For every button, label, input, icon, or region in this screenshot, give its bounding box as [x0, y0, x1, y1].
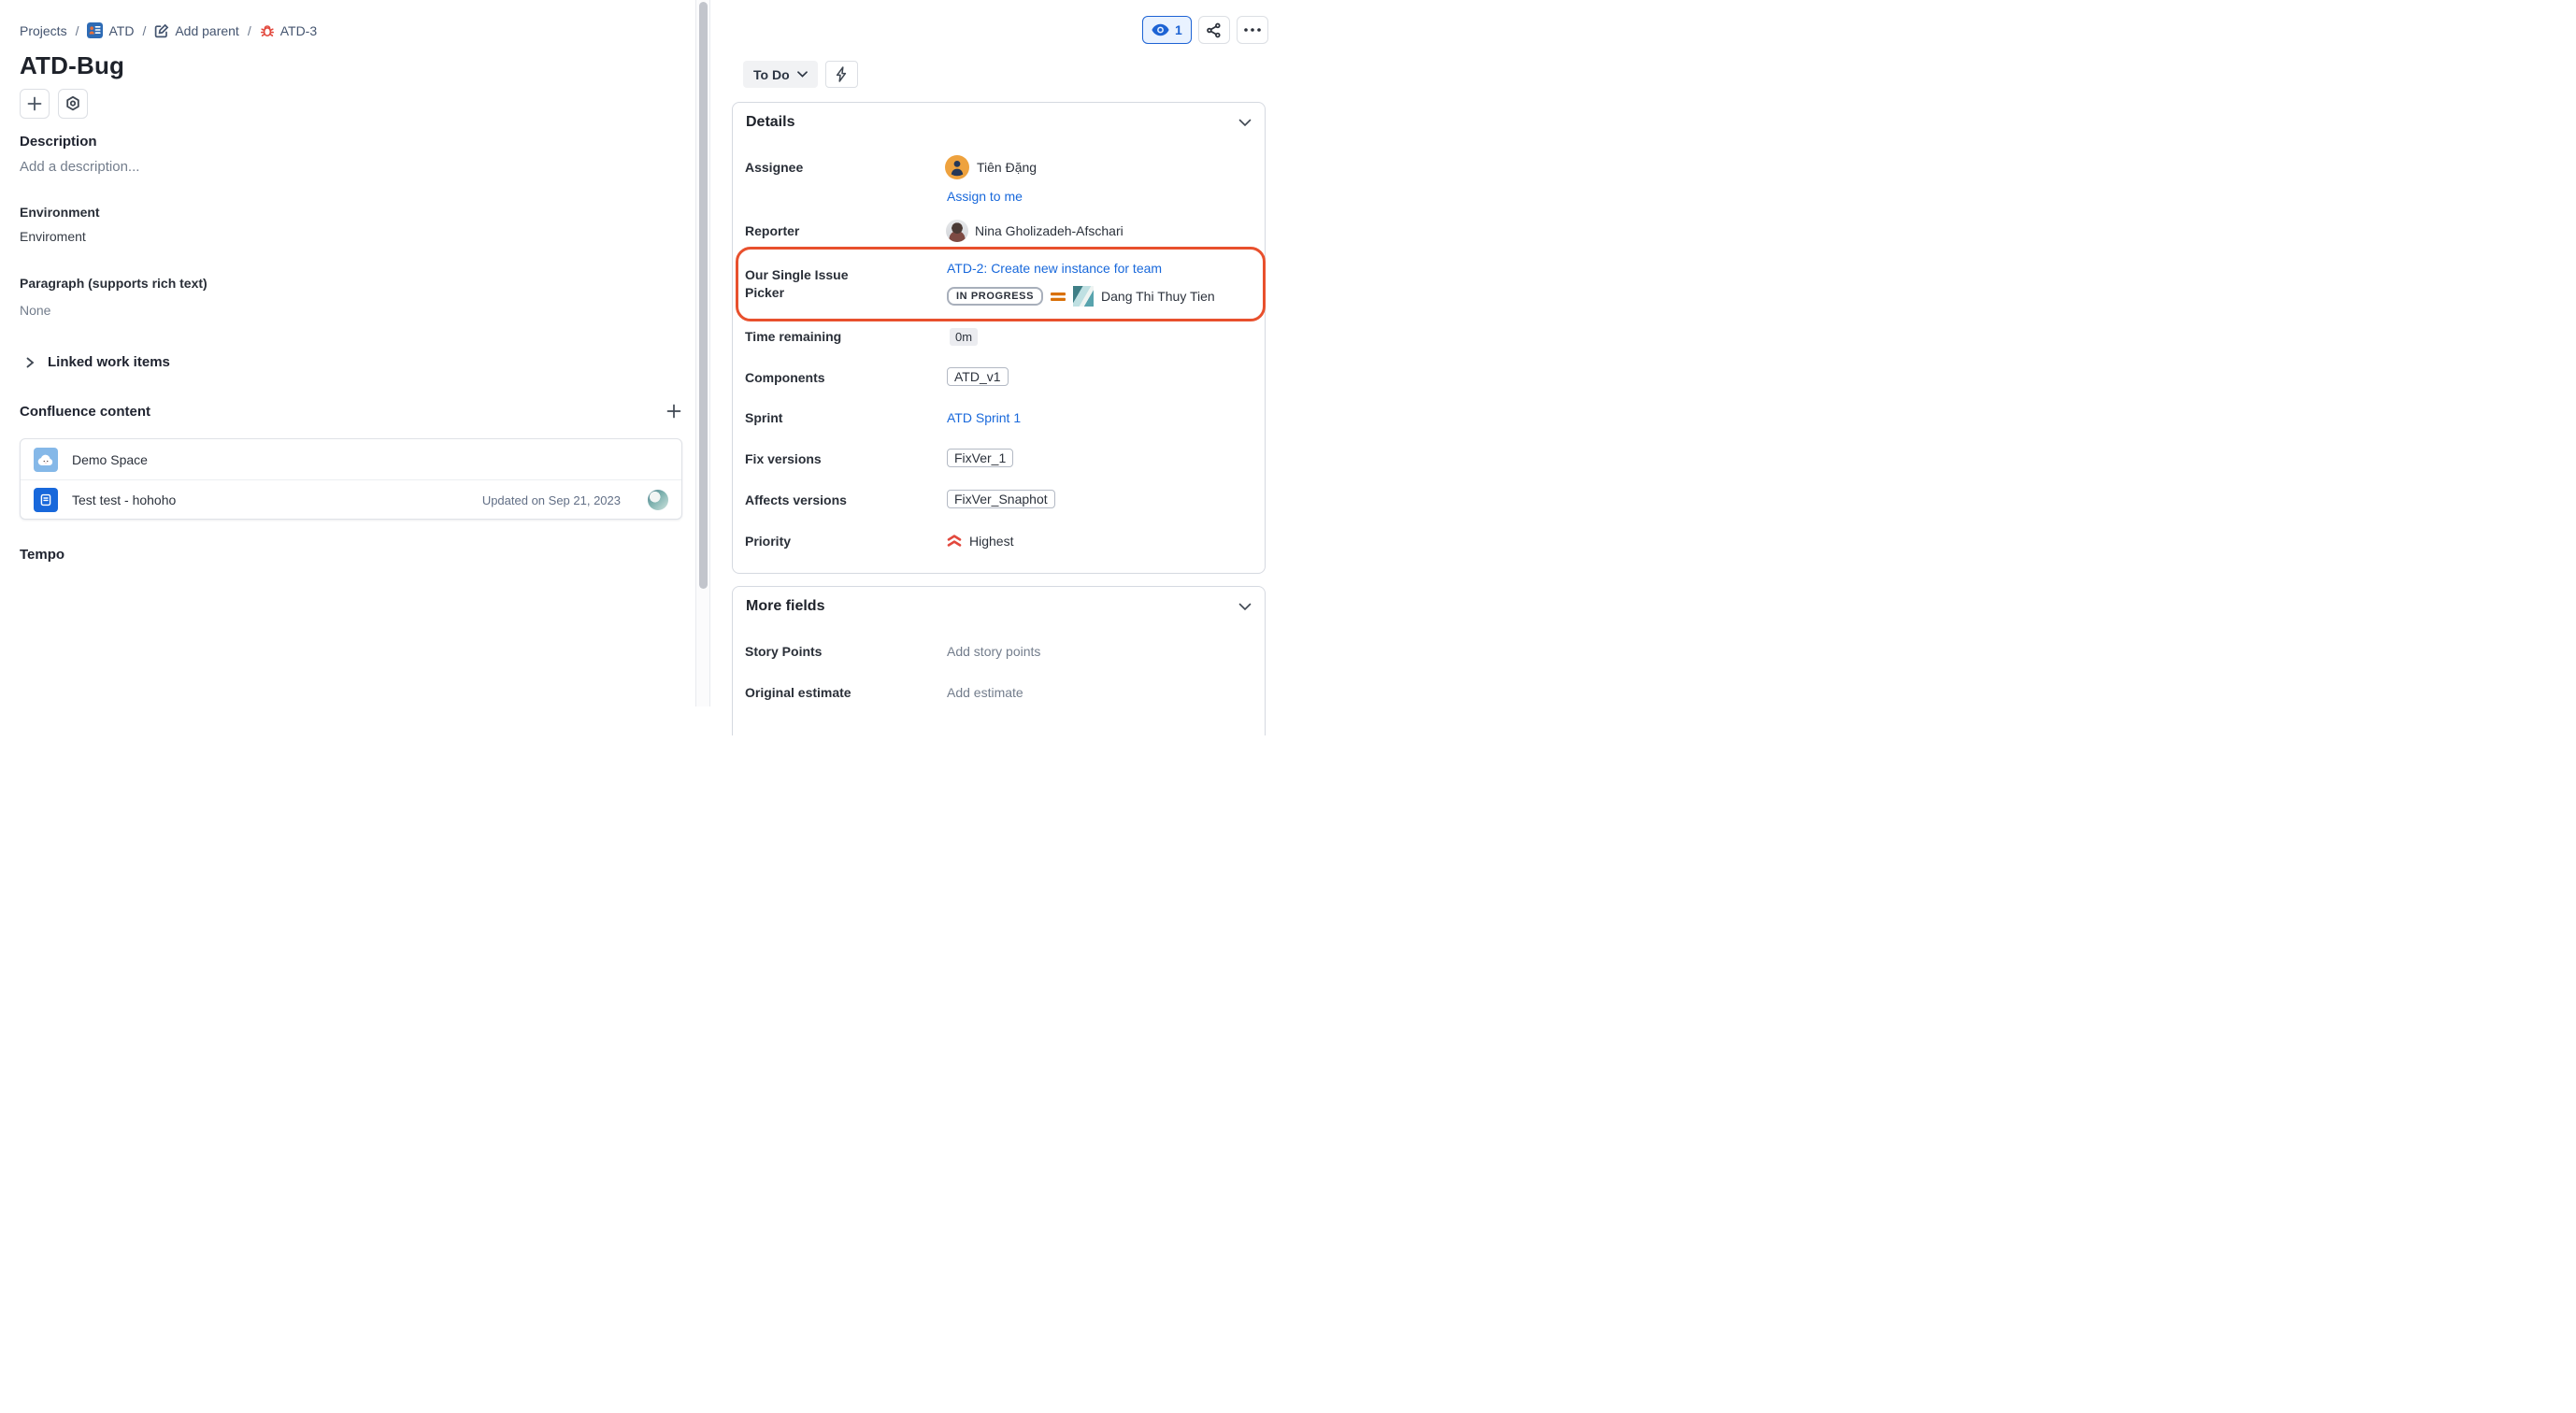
story-points-placeholder[interactable]: Add story points: [947, 644, 1040, 659]
description-heading: Description: [20, 134, 97, 150]
confluence-item-title: Test test - hohoho: [72, 492, 468, 507]
confluence-item-space[interactable]: Demo Space: [21, 439, 681, 479]
issue-picker-user-name: Dang Thi Thuy Tien: [1101, 289, 1215, 304]
priority-medium-icon: [1051, 292, 1066, 302]
issue-picker-meta-row: IN PROGRESS Dang Thi Thuy Tien: [947, 286, 1215, 307]
issue-picker-user-avatar: [1073, 286, 1094, 307]
issue-picker-label: Our Single Issue Picker: [745, 266, 885, 302]
fix-versions-tag[interactable]: FixVer_1: [947, 449, 1013, 467]
watchers-count: 1: [1175, 22, 1182, 37]
environment-label: Environment: [20, 205, 100, 220]
share-button[interactable]: [1198, 16, 1230, 44]
breadcrumb-issue-key[interactable]: ATD-3: [260, 23, 317, 38]
assignee-label: Assignee: [745, 160, 803, 175]
breadcrumb: Projects / ATD / Add parent /: [20, 22, 317, 38]
tempo-heading: Tempo: [20, 547, 64, 563]
breadcrumb-projects[interactable]: Projects: [20, 23, 67, 38]
scrollbar-thumb[interactable]: [699, 2, 708, 589]
page-doc-icon: [34, 488, 58, 512]
issue-picker-link[interactable]: ATD-2: Create new instance for team: [947, 261, 1162, 276]
time-remaining-value: 0m: [950, 328, 978, 346]
edit-icon: [154, 23, 169, 38]
hex-nut-icon: [64, 95, 81, 112]
description-placeholder[interactable]: Add a description...: [20, 159, 139, 175]
add-confluence-icon[interactable]: [665, 403, 682, 420]
priority-value[interactable]: Highest: [969, 534, 1013, 549]
add-button[interactable]: [20, 89, 50, 119]
scrollbar-track[interactable]: [695, 0, 710, 706]
original-estimate-label: Original estimate: [745, 685, 852, 700]
reporter-name[interactable]: Nina Gholizadeh-Afschari: [975, 223, 1123, 238]
breadcrumb-project[interactable]: ATD: [87, 22, 134, 38]
confluence-item-title: Demo Space: [72, 452, 668, 467]
confluence-content-label: Confluence content: [20, 404, 150, 420]
confluence-card: Demo Space Test test - hohoho Updated on…: [20, 438, 682, 520]
breadcrumb-separator: /: [248, 23, 251, 38]
jira-issue-view: Projects / ATD / Add parent /: [0, 0, 1288, 706]
linked-work-items-label: Linked work items: [48, 354, 170, 370]
assign-to-me-link[interactable]: Assign to me: [947, 189, 1023, 204]
details-title: Details: [746, 114, 794, 131]
plus-icon: [26, 95, 43, 112]
chevron-down-icon: [1238, 119, 1252, 127]
original-estimate-placeholder[interactable]: Add estimate: [947, 685, 1023, 700]
more-actions-button[interactable]: [1237, 16, 1268, 44]
assignee-avatar: [945, 155, 969, 179]
space-cloud-icon: [34, 448, 58, 472]
chevron-down-icon: [797, 71, 808, 78]
project-avatar-icon: [87, 22, 103, 38]
chevron-down-icon: [1238, 603, 1252, 611]
watch-button[interactable]: 1: [1142, 16, 1192, 44]
details-panel-header[interactable]: Details: [746, 114, 1252, 131]
reporter-avatar: [946, 220, 968, 242]
paragraph-field-label: Paragraph (supports rich text): [20, 276, 208, 291]
title-action-bar: [20, 89, 88, 119]
components-label: Components: [745, 370, 825, 385]
lightning-icon: [836, 66, 847, 82]
ellipsis-icon: [1244, 28, 1261, 32]
status-row: To Do: [743, 61, 858, 88]
more-fields-header[interactable]: More fields: [746, 598, 1252, 615]
breadcrumb-separator: /: [142, 23, 146, 38]
chevron-right-icon: [24, 356, 36, 369]
priority-label: Priority: [745, 534, 791, 549]
priority-highest-icon: [947, 534, 962, 548]
breadcrumb-issue-key-label: ATD-3: [280, 23, 317, 38]
linked-work-items-toggle[interactable]: Linked work items: [24, 354, 170, 370]
share-icon: [1206, 22, 1222, 38]
story-points-label: Story Points: [745, 644, 822, 659]
bug-icon: [260, 23, 275, 38]
page-title: ATD-Bug: [20, 51, 124, 80]
breadcrumb-add-parent[interactable]: Add parent: [154, 23, 239, 38]
fix-versions-label: Fix versions: [745, 451, 822, 466]
components-tag[interactable]: ATD_v1: [947, 367, 1009, 386]
paragraph-field-value[interactable]: None: [20, 303, 50, 318]
status-dropdown[interactable]: To Do: [743, 61, 818, 88]
sprint-link[interactable]: ATD Sprint 1: [947, 410, 1021, 425]
breadcrumb-separator: /: [76, 23, 79, 38]
breadcrumb-project-label: ATD: [108, 23, 134, 38]
eye-icon: [1152, 23, 1169, 36]
issue-picker-status-lozenge: IN PROGRESS: [947, 287, 1043, 306]
time-remaining-label: Time remaining: [745, 329, 841, 344]
reporter-label: Reporter: [745, 223, 799, 238]
automation-button[interactable]: [825, 61, 858, 88]
confluence-content-header: Confluence content: [20, 403, 682, 420]
more-fields-title: More fields: [746, 598, 824, 615]
confluence-item-updated: Updated on Sep 21, 2023: [482, 493, 621, 507]
apps-button[interactable]: [58, 89, 88, 119]
assignee-name[interactable]: Tiên Đặng: [977, 160, 1037, 175]
more-fields-panel: More fields: [732, 586, 1266, 735]
issue-action-bar: 1: [1142, 16, 1268, 44]
confluence-item-page[interactable]: Test test - hohoho Updated on Sep 21, 20…: [21, 479, 681, 520]
affects-versions-tag[interactable]: FixVer_Snaphot: [947, 490, 1055, 508]
breadcrumb-add-parent-label: Add parent: [175, 23, 239, 38]
sprint-label: Sprint: [745, 410, 782, 425]
environment-value[interactable]: Enviroment: [20, 229, 86, 244]
status-label: To Do: [753, 67, 790, 82]
confluence-item-avatar: [648, 490, 668, 510]
affects-versions-label: Affects versions: [745, 492, 847, 507]
